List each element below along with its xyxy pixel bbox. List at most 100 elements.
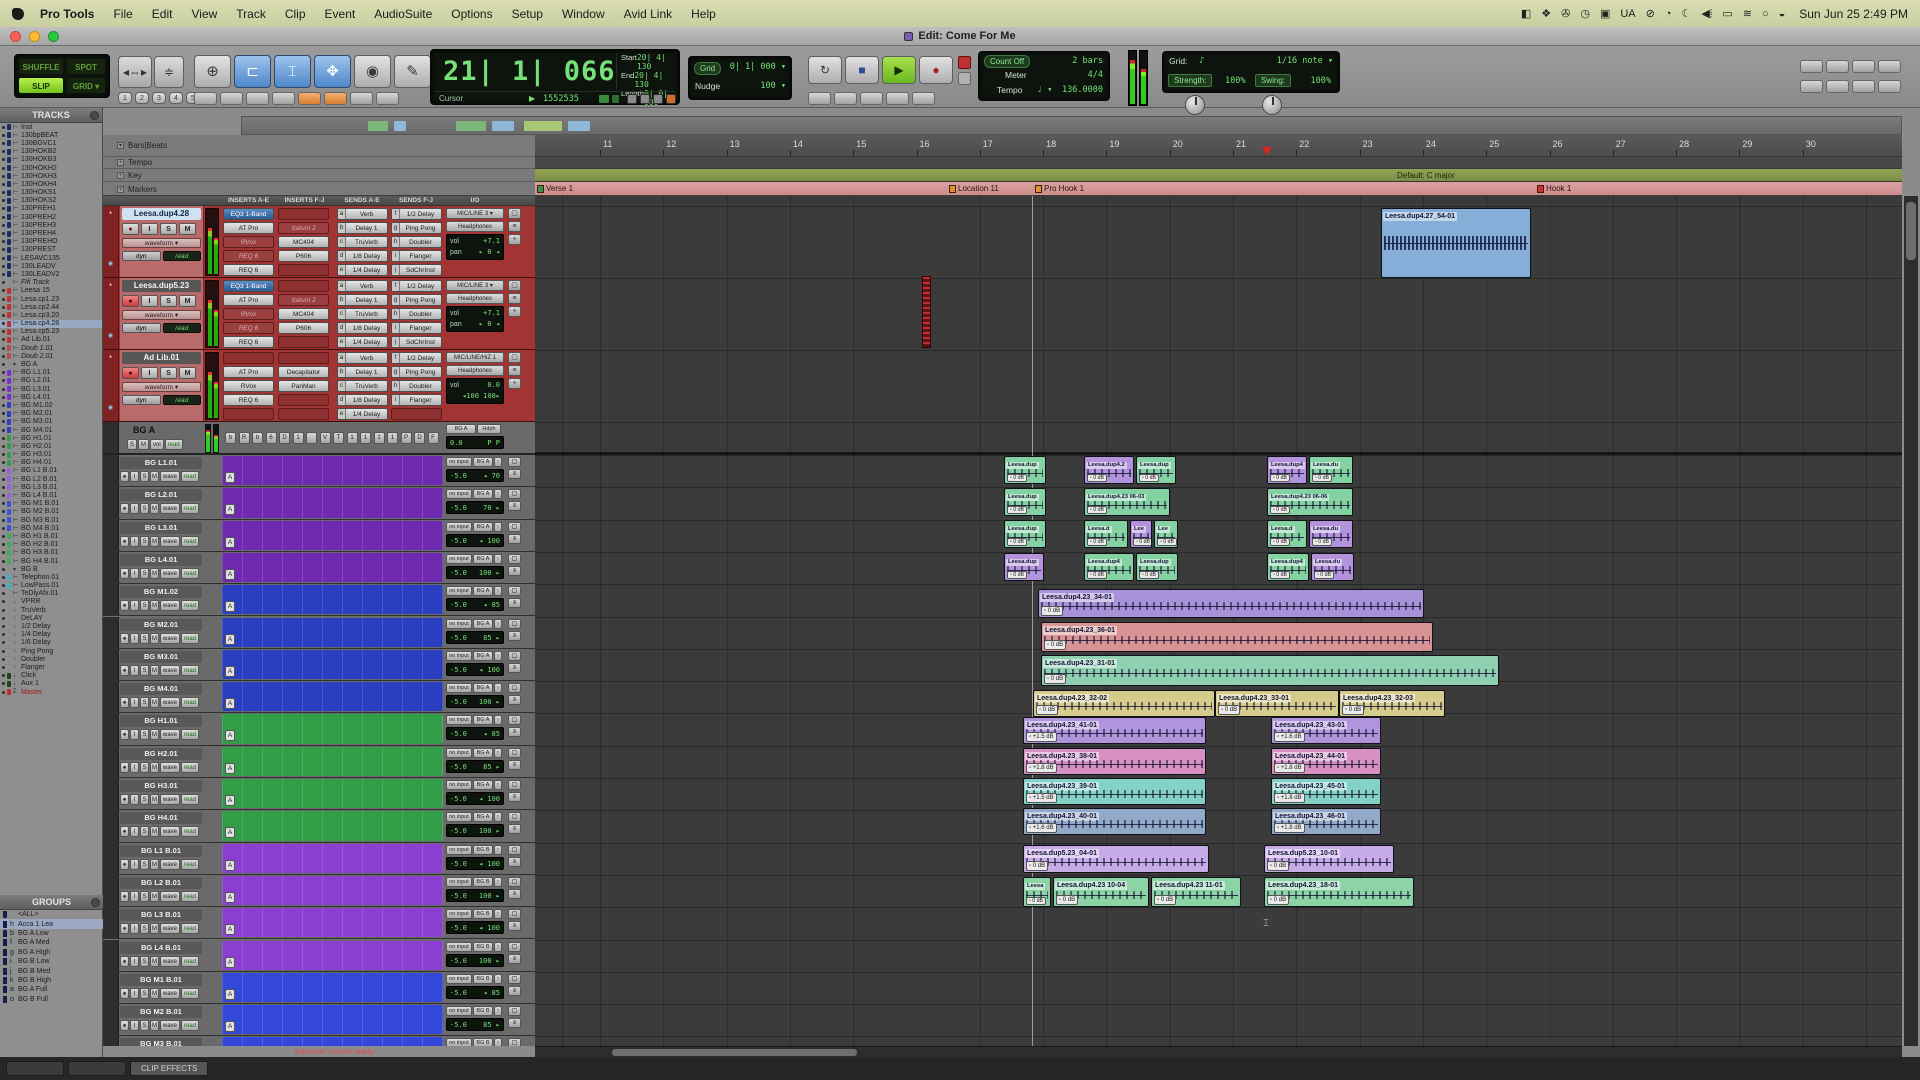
view-button[interactable]: wave bbox=[160, 729, 180, 740]
bg-output-arrow-icon[interactable]: ↑ bbox=[494, 522, 502, 532]
solo-button[interactable]: S bbox=[160, 367, 177, 379]
automation-button[interactable]: read bbox=[181, 665, 199, 676]
groups-panel-menu-icon[interactable] bbox=[91, 898, 100, 907]
send-slot[interactable]: d1/8 Delay bbox=[337, 250, 388, 262]
audio-clip[interactable]: Leesa.dup4.23_43-01▫ +1.6 dB bbox=[1271, 717, 1381, 744]
bg-input[interactable]: no input bbox=[446, 1006, 472, 1016]
bg-track-header[interactable]: BG L3.01●ISMwavereadAno inputBG A↑-5.0◂ … bbox=[103, 520, 535, 552]
clip-gain-badge[interactable]: ▫ 0 dB bbox=[1270, 474, 1290, 483]
crosshair-icon[interactable]: ❖ bbox=[1541, 8, 1551, 20]
track-show-dot[interactable] bbox=[2, 469, 5, 472]
bg-pan[interactable]: 70 ▸ bbox=[483, 502, 500, 513]
menu-item-window[interactable]: Window bbox=[562, 7, 605, 21]
bg-inserts-sends-grid[interactable] bbox=[222, 908, 443, 937]
track-freeze-icon[interactable]: ● bbox=[103, 210, 118, 216]
track-show-dot[interactable] bbox=[2, 322, 5, 325]
mute-button[interactable]: M bbox=[179, 295, 196, 307]
track-show-dot[interactable] bbox=[2, 609, 5, 612]
track-list-item[interactable]: ⊢BG H1.01 bbox=[0, 434, 102, 442]
track-show-dot[interactable] bbox=[2, 126, 5, 129]
view-button[interactable]: wave bbox=[160, 956, 180, 967]
view-button[interactable]: wave bbox=[160, 568, 180, 579]
track-show-dot[interactable] bbox=[2, 167, 5, 170]
audio-clip[interactable]: Leesa.dup4.23_32-02▫ 0 dB bbox=[1033, 690, 1215, 717]
solo-button[interactable]: S bbox=[160, 295, 177, 307]
clip-gain-badge[interactable]: ▫ 0 dB bbox=[1026, 861, 1048, 871]
track-list-item[interactable]: ⊢130PREH3 bbox=[0, 221, 102, 229]
bg-inserts-sends-grid[interactable] bbox=[222, 747, 443, 776]
bg-input[interactable]: no input bbox=[446, 586, 472, 596]
solo-button[interactable]: S bbox=[140, 697, 149, 708]
audio-clip[interactable]: Leesa.dup4.23 06-03▫ 0 dB bbox=[1084, 488, 1170, 516]
bg-track-header[interactable]: BG L4 B.01●ISMwavereadAno inputBG B↑-5.0… bbox=[103, 940, 535, 972]
track-list-item[interactable]: ↓1/6 Delay bbox=[0, 639, 102, 647]
bg-vol[interactable]: -5.0 bbox=[450, 728, 467, 739]
clip-gain-badge[interactable]: ▫ 0 dB bbox=[1007, 474, 1027, 483]
audio-clip[interactable]: Leesa.dup4.23_45-01▫ +1.8 dB bbox=[1271, 778, 1381, 805]
bg-output-arrow-icon[interactable]: ↑ bbox=[494, 619, 502, 629]
bg-track-name[interactable]: BG L2 B.01 bbox=[120, 877, 202, 889]
mute-button[interactable]: M bbox=[150, 536, 159, 547]
zoom-preset-4[interactable]: 4 bbox=[169, 92, 183, 104]
grid-label[interactable]: Grid bbox=[694, 62, 721, 75]
record-arm-button[interactable]: ● bbox=[120, 633, 129, 644]
solo-button[interactable]: S bbox=[140, 826, 149, 837]
audio-clip[interactable]: Lee▫ 0 dB bbox=[1130, 520, 1152, 548]
clip-gain-badge[interactable]: ▫ 0 dB bbox=[1139, 571, 1159, 580]
object-button[interactable]: ▢ bbox=[508, 208, 521, 219]
bg-pan[interactable]: 100 ▸ bbox=[479, 696, 500, 707]
counter-option-3[interactable] bbox=[653, 94, 663, 104]
bg-track-header[interactable]: BG M4.01●ISMwavereadAno inputBG A↑-5.010… bbox=[103, 681, 535, 713]
audio-clip[interactable]: Leesa.dup4.23_39-01▫ +1.5 dB bbox=[1023, 778, 1206, 805]
vertical-scrollbar-thumb[interactable] bbox=[1906, 202, 1916, 260]
bg-list-button[interactable]: ≡ bbox=[508, 760, 521, 770]
transport-sub-button-2[interactable] bbox=[834, 92, 857, 105]
clip-gain-badge[interactable]: ▫ +1.8 dB bbox=[1026, 763, 1057, 773]
insert-slot[interactable]: RVox bbox=[223, 380, 274, 392]
record-arm-button[interactable]: ● bbox=[120, 956, 129, 967]
bg-object-button[interactable]: ▢ bbox=[508, 812, 521, 822]
meter-value[interactable]: 4/4 bbox=[1088, 70, 1103, 80]
bg-track-name[interactable]: BG M2.01 bbox=[120, 619, 202, 631]
timeline-ruler[interactable]: 1112131415161718192021222324252627282930… bbox=[535, 135, 1902, 196]
track-list-item[interactable]: ⊢130bpBEAT bbox=[0, 131, 102, 139]
send-slot[interactable]: d1/8 Delay bbox=[337, 322, 388, 334]
edit-mode-grid[interactable]: GRID ▾ bbox=[66, 77, 106, 94]
track-show-dot[interactable] bbox=[2, 437, 5, 440]
bg-output[interactable]: BG B bbox=[473, 909, 493, 919]
record-arm-button[interactable]: ● bbox=[120, 697, 129, 708]
bg-pan[interactable]: ◂ 85 bbox=[483, 728, 500, 739]
audio-clip[interactable]: Leesa.dup4.23_41-01▫ +1.5 dB bbox=[1023, 717, 1206, 744]
bg-vol[interactable]: -5.0 bbox=[450, 825, 467, 836]
input-monitor-button[interactable]: I bbox=[130, 988, 139, 999]
clip-gain-badge[interactable]: ▫ 0 dB bbox=[1342, 705, 1364, 715]
audio-clip[interactable]: Leesa.dup4.23_34-01▫ 0 dB bbox=[1038, 589, 1424, 618]
folder-slot[interactable]: 1 bbox=[347, 432, 358, 444]
track-show-dot[interactable] bbox=[2, 330, 5, 333]
track-list-item[interactable]: ↓Flanger bbox=[0, 663, 102, 671]
solo-button[interactable]: S bbox=[140, 859, 149, 870]
bg-output[interactable]: BG B bbox=[473, 845, 493, 855]
record-arm-button[interactable]: ● bbox=[122, 295, 139, 307]
track-show-dot[interactable] bbox=[2, 461, 5, 464]
track-show-dot[interactable] bbox=[2, 388, 5, 391]
timeline-marker[interactable]: Location 11 bbox=[949, 184, 999, 193]
track-list-item[interactable]: ⊢130HOKS2 bbox=[0, 197, 102, 205]
input-monitor-button[interactable]: I bbox=[130, 729, 139, 740]
bg-output[interactable]: BG B bbox=[473, 1006, 493, 1016]
bg-output[interactable]: BG B bbox=[473, 974, 493, 984]
count-off-value[interactable]: 2 bars bbox=[1072, 56, 1103, 66]
clip-gain-badge[interactable]: ▫ +1.6 dB bbox=[1026, 823, 1057, 833]
menu-item-event[interactable]: Event bbox=[325, 7, 356, 21]
solo-button[interactable]: S bbox=[140, 600, 149, 611]
insert-slot[interactable]: REQ 6 bbox=[223, 322, 274, 334]
clip-gain-badge[interactable]: ▫ 0 dB bbox=[1007, 506, 1027, 515]
clip-gain-badge[interactable]: ▫ 0 dB bbox=[1154, 895, 1176, 905]
track-show-dot[interactable] bbox=[2, 134, 5, 137]
add-button[interactable]: + bbox=[508, 378, 521, 389]
bg-inserts-sends-grid[interactable] bbox=[222, 844, 443, 873]
bg-inserts-sends-grid[interactable] bbox=[222, 456, 443, 485]
status-tab-1[interactable] bbox=[6, 1061, 64, 1076]
folder-slot[interactable] bbox=[306, 432, 317, 444]
track-show-dot[interactable] bbox=[2, 535, 5, 538]
